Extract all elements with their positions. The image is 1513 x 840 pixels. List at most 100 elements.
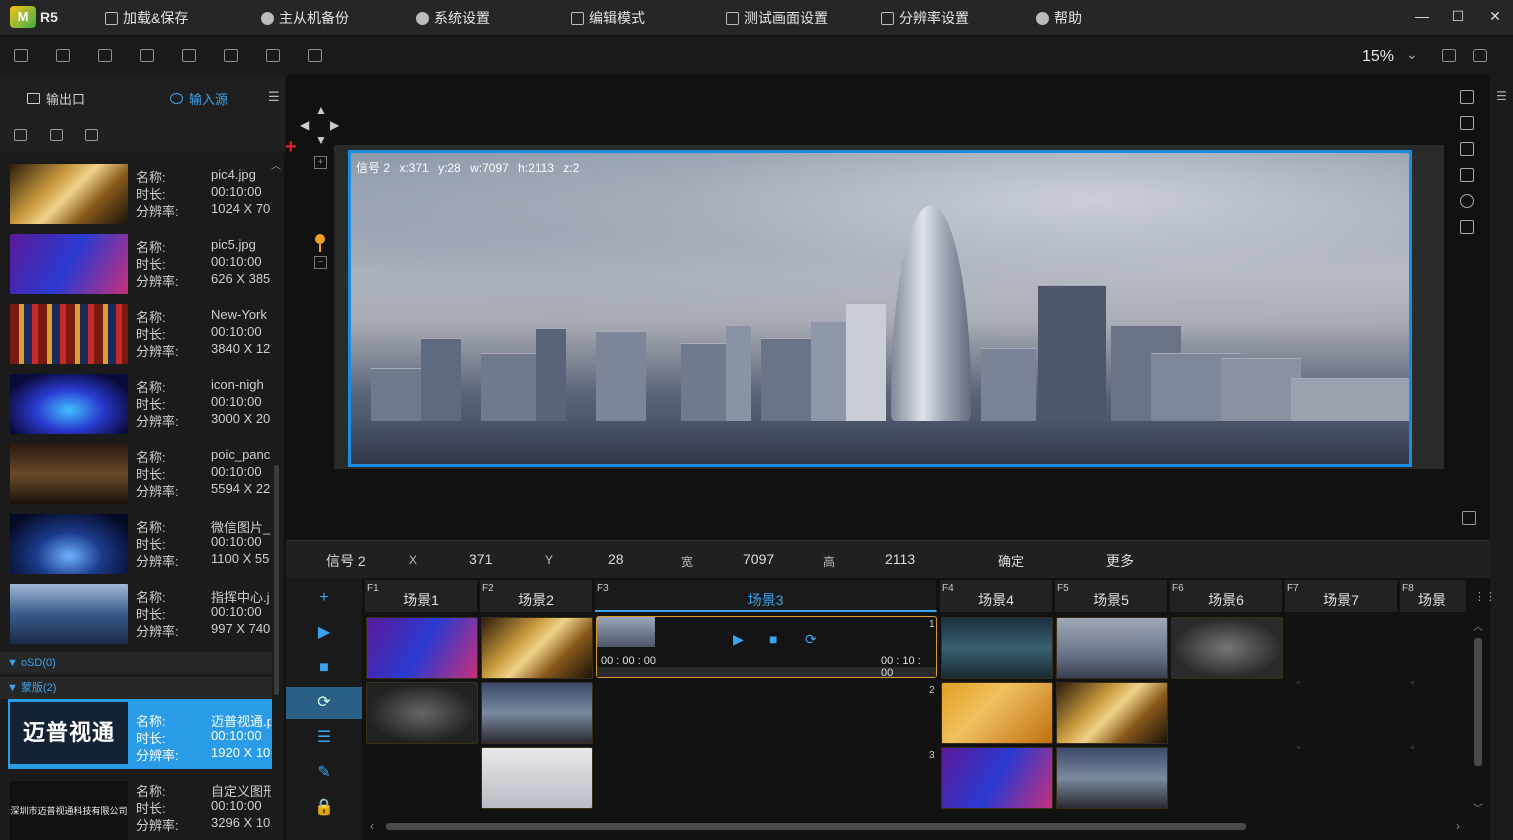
screen-icon[interactable] [182, 49, 196, 62]
scene-tab-3[interactable]: F3 场景3 [595, 580, 937, 612]
chevron-down-icon[interactable]: ⌄ [1406, 46, 1418, 63]
send-backward-icon[interactable] [1460, 116, 1474, 130]
panel-menu-icon[interactable]: ☰ [268, 89, 280, 105]
scroll-up-icon[interactable]: ︿ [271, 157, 281, 172]
scroll-right-icon[interactable]: › [1456, 819, 1460, 833]
menu-backup[interactable]: 主从机备份 [261, 8, 349, 28]
media-item[interactable]: 名称: 时长: 分辨率: pic4.jpg 00:10:00 1024 X 70 [10, 164, 272, 226]
arrow-down-icon[interactable]: ▼ [315, 133, 327, 147]
import-icon[interactable] [266, 49, 280, 62]
arrow-up-icon[interactable]: ▲ [315, 103, 327, 117]
media-item[interactable]: 名称: 时长: 分辨率: poic_panc 00:10:00 5594 X 2… [10, 444, 272, 506]
media-item[interactable]: 名称: 时长: 分辨率: pic5.jpg 00:10:00 626 X 385 [10, 234, 272, 296]
y-field[interactable]: 28 [608, 551, 624, 567]
screenshot-icon[interactable] [1442, 49, 1456, 62]
delete-layer-icon[interactable] [1460, 194, 1474, 208]
minimize-button[interactable]: — [1411, 6, 1433, 26]
loop-icon[interactable]: ⟳ [805, 631, 817, 648]
x-field[interactable]: 371 [469, 551, 492, 567]
open-folder-icon[interactable] [14, 129, 27, 141]
media-item[interactable]: 名称: 时长: 分辨率: icon-nigh 00:10:00 3000 X 2… [10, 374, 272, 436]
scene-cell-thumbnail[interactable] [941, 682, 1053, 744]
scene-cell-thumbnail[interactable] [1056, 617, 1168, 679]
scene-tab-5[interactable]: F5 场景5 [1055, 580, 1168, 612]
loop-icon[interactable]: ⟳ [286, 687, 362, 719]
scene-tab-7[interactable]: F7 场景7 [1285, 580, 1398, 612]
media-item[interactable]: 名称: 时长: 分辨率: 指挥中心.j 00:10:00 997 X 740 [10, 584, 272, 646]
scene-tab-4[interactable]: F4 场景4 [940, 580, 1053, 612]
mask-item[interactable]: 名称: 时长: 分辨率: 自定义图形 00:10:00 3296 X 10 [10, 778, 272, 840]
clear-icon[interactable]: ✎ [286, 757, 362, 789]
save-icon[interactable] [98, 49, 112, 62]
selected-layer[interactable]: 信号 2 x:371 y:28 w:7097 h:2113 z:2 [348, 150, 1412, 467]
scene-cell-thumbnail[interactable] [366, 617, 478, 679]
add-scene-icon[interactable]: + [286, 582, 362, 614]
more-button[interactable]: 更多 [1106, 551, 1134, 571]
scene-cell-thumbnail[interactable] [481, 617, 593, 679]
scene-cell-thumbnail[interactable] [1056, 747, 1168, 809]
fit-screen-icon[interactable] [1462, 511, 1476, 525]
grid-view-icon[interactable] [85, 129, 98, 141]
pan-control[interactable]: ▲ ▼ ◀ ▶ [300, 103, 342, 147]
lock-icon[interactable]: 🔒 [286, 792, 362, 824]
scene-cell-thumbnail[interactable] [481, 747, 593, 809]
lock-icon[interactable] [1473, 49, 1487, 62]
menu-help[interactable]: 帮助 [1036, 8, 1082, 28]
window-icon[interactable] [224, 49, 238, 62]
scene-cell-thumbnail[interactable] [366, 682, 478, 744]
scene-tab-8[interactable]: F8 场景 [1400, 580, 1467, 612]
bring-to-front-icon[interactable] [1460, 142, 1474, 156]
media-item[interactable]: 名称: 时长: 分辨率: New-York 00:10:00 3840 X 12 [10, 304, 272, 366]
zoom-in-icon[interactable]: + [314, 156, 327, 169]
scene-horizontal-scrollbar[interactable] [386, 823, 1246, 830]
scroll-up-icon[interactable]: ︿ [1473, 618, 1483, 633]
close-button[interactable]: ✕ [1484, 6, 1506, 26]
height-field[interactable]: 2113 [885, 551, 915, 567]
scroll-down-icon[interactable]: ﹀ [1473, 800, 1483, 815]
maximize-button[interactable]: ☐ [1447, 6, 1469, 26]
zoom-out-icon[interactable]: − [314, 256, 327, 269]
scene-tab-6[interactable]: F6 场景6 [1170, 580, 1283, 612]
open-folder-icon[interactable] [56, 49, 70, 62]
more-scenes-icon[interactable]: ⋮⋮ [1474, 590, 1496, 603]
arrow-right-icon[interactable]: ▶ [330, 118, 339, 132]
menu-system-settings[interactable]: 系统设置 [416, 8, 490, 28]
panel-scrollbar[interactable] [274, 465, 279, 695]
scene-cell-thumbnail[interactable] [481, 682, 593, 744]
zoom-level[interactable]: 15% [1362, 48, 1394, 66]
scene-cell-thumbnail[interactable] [941, 747, 1053, 809]
stop-icon[interactable]: ■ [286, 652, 362, 684]
group-osd[interactable]: ▼ oSD(0) [0, 652, 272, 674]
stop-icon[interactable]: ■ [769, 631, 777, 647]
bring-forward-icon[interactable] [1460, 90, 1474, 104]
scene-cell-thumbnail[interactable] [1171, 617, 1283, 679]
zoom-slider-handle[interactable] [315, 234, 325, 244]
group-mask[interactable]: ▼ 蒙版(2) [0, 677, 272, 699]
play-icon[interactable]: ▶ [733, 631, 744, 648]
menu-test-pattern[interactable]: 测试画面设置 [726, 8, 828, 28]
tab-input-source[interactable]: 输入源 [170, 89, 228, 108]
menu-edit-mode[interactable]: 编辑模式 [571, 8, 645, 28]
save-as-icon[interactable] [140, 49, 154, 62]
magnet-icon[interactable] [1460, 220, 1474, 234]
width-field[interactable]: 7097 [743, 551, 774, 567]
scene-player[interactable]: 1 ▶ ■ ⟳ 00 : 00 : 00 00 : 10 : 00 [596, 616, 937, 679]
scene-tab-2[interactable]: F2 场景2 [480, 580, 593, 612]
scene-cell-thumbnail[interactable] [1056, 682, 1168, 744]
confirm-button[interactable]: 确定 [998, 551, 1024, 570]
database-icon[interactable] [50, 129, 63, 141]
menu-resolution[interactable]: 分辨率设置 [881, 8, 969, 28]
scene-vertical-scrollbar[interactable] [1474, 638, 1482, 766]
panel-menu-icon[interactable]: ☰ [1496, 89, 1507, 103]
export-icon[interactable] [308, 49, 322, 62]
scene-tab-1[interactable]: F1 场景1 [365, 580, 478, 612]
play-icon[interactable]: ▶ [286, 617, 362, 649]
send-to-back-icon[interactable] [1460, 168, 1474, 182]
scene-cell-thumbnail[interactable] [941, 617, 1053, 679]
media-item[interactable]: 名称: 时长: 分辨率: 微信图片_ 00:10:00 1100 X 55 [10, 514, 272, 576]
new-file-icon[interactable] [14, 49, 28, 62]
tab-output[interactable]: 输出口 [27, 89, 85, 108]
scroll-left-icon[interactable]: ‹ [370, 819, 374, 833]
sort-icon[interactable]: ☰ [286, 722, 362, 754]
menu-load-save[interactable]: 加载&保存 [105, 8, 188, 28]
